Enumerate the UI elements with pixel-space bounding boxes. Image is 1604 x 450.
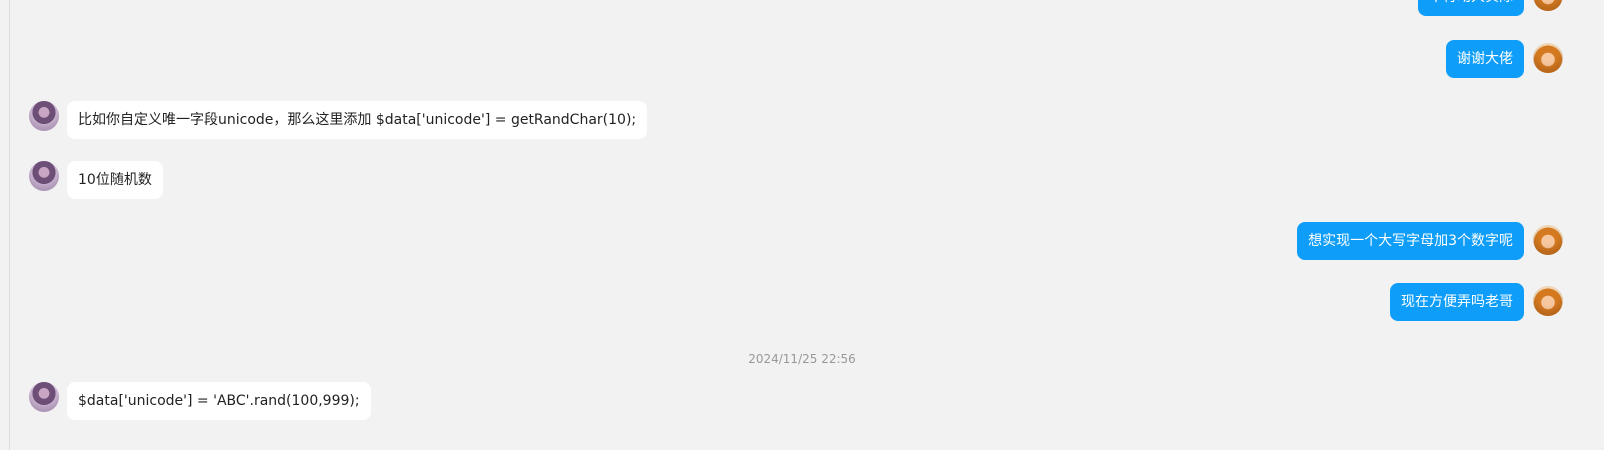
message-bubble[interactable]: 现在方便弄吗老哥 (1390, 283, 1524, 321)
message-bubble[interactable]: $data['unicode'] = 'ABC'.rand(100,999); (67, 382, 371, 420)
my-avatar[interactable] (1533, 286, 1563, 316)
message-timestamp: 2024/11/25 22:56 (748, 352, 856, 366)
my-avatar[interactable] (1533, 225, 1563, 255)
my-avatar[interactable] (1533, 43, 1563, 73)
message-bubble[interactable]: 比如你自定义唯一字段unicode，那么这里添加 $data['unicode'… (67, 101, 648, 139)
message-row: 想实现一个大写字母加3个数字呢 (0, 222, 1604, 260)
contact-avatar[interactable] (29, 382, 59, 412)
chat-message-list[interactable]: 不行动大实际 谢谢大佬 比如你自定义唯一字段unicode，那么这里添加 $da… (0, 0, 1604, 450)
my-avatar[interactable] (1533, 0, 1563, 11)
message-bubble[interactable]: 不行动大实际 (1418, 0, 1524, 16)
contact-avatar[interactable] (29, 101, 59, 131)
message-row: 谢谢大佬 (0, 40, 1604, 78)
contact-avatar[interactable] (29, 161, 59, 191)
message-row: 现在方便弄吗老哥 (0, 283, 1604, 321)
message-row: 比如你自定义唯一字段unicode，那么这里添加 $data['unicode'… (0, 101, 1604, 139)
message-row: 不行动大实际 (0, 0, 1604, 16)
message-row: 10位随机数 (0, 161, 1604, 199)
message-bubble[interactable]: 想实现一个大写字母加3个数字呢 (1297, 222, 1524, 260)
message-bubble[interactable]: 谢谢大佬 (1446, 40, 1524, 78)
message-bubble[interactable]: 10位随机数 (67, 161, 163, 199)
message-row: $data['unicode'] = 'ABC'.rand(100,999); (0, 382, 1604, 420)
